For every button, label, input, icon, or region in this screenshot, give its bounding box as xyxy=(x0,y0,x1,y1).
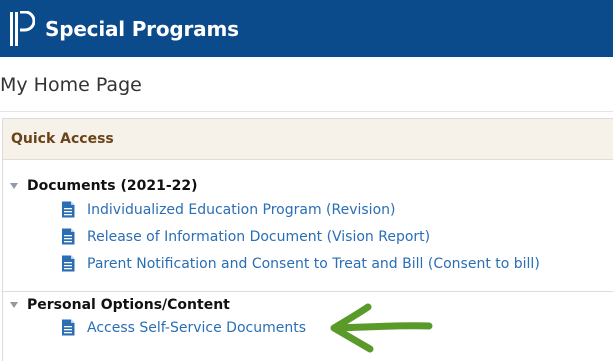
triangle-down-icon[interactable] xyxy=(10,302,18,308)
quick-access-panel: Quick Access Documents (2021-22) Individ… xyxy=(2,118,613,361)
document-icon xyxy=(61,319,75,336)
green-arrow-icon xyxy=(330,303,433,353)
link-label[interactable]: Individualized Education Program (Revisi… xyxy=(87,202,395,218)
triangle-down-icon[interactable] xyxy=(10,183,18,189)
documents-section-header[interactable]: Documents (2021-22) xyxy=(10,178,198,194)
app-header: Special Programs xyxy=(0,0,613,57)
page-title: My Home Page xyxy=(0,74,142,96)
link-access-self-service-documents[interactable]: Access Self-Service Documents xyxy=(61,319,306,336)
section-divider xyxy=(3,291,613,292)
link-label[interactable]: Release of Information Document (Vision … xyxy=(87,229,430,245)
section-title: Personal Options/Content xyxy=(27,297,230,313)
link-iep-revision[interactable]: Individualized Education Program (Revisi… xyxy=(61,201,395,218)
powerschool-logo-icon[interactable] xyxy=(9,10,35,47)
link-parent-notification-consent[interactable]: Parent Notification and Consent to Treat… xyxy=(61,255,540,272)
link-label[interactable]: Access Self-Service Documents xyxy=(87,320,306,336)
personal-options-section-header[interactable]: Personal Options/Content xyxy=(10,297,230,313)
link-release-of-information[interactable]: Release of Information Document (Vision … xyxy=(61,228,430,245)
document-icon xyxy=(61,201,75,218)
link-label[interactable]: Parent Notification and Consent to Treat… xyxy=(87,256,540,272)
section-title: Documents (2021-22) xyxy=(27,178,198,194)
document-icon xyxy=(61,228,75,245)
app-title: Special Programs xyxy=(45,16,239,41)
quick-access-title: Quick Access xyxy=(11,131,114,147)
quick-access-header: Quick Access xyxy=(3,119,613,160)
divider xyxy=(0,111,613,112)
document-icon xyxy=(61,255,75,272)
